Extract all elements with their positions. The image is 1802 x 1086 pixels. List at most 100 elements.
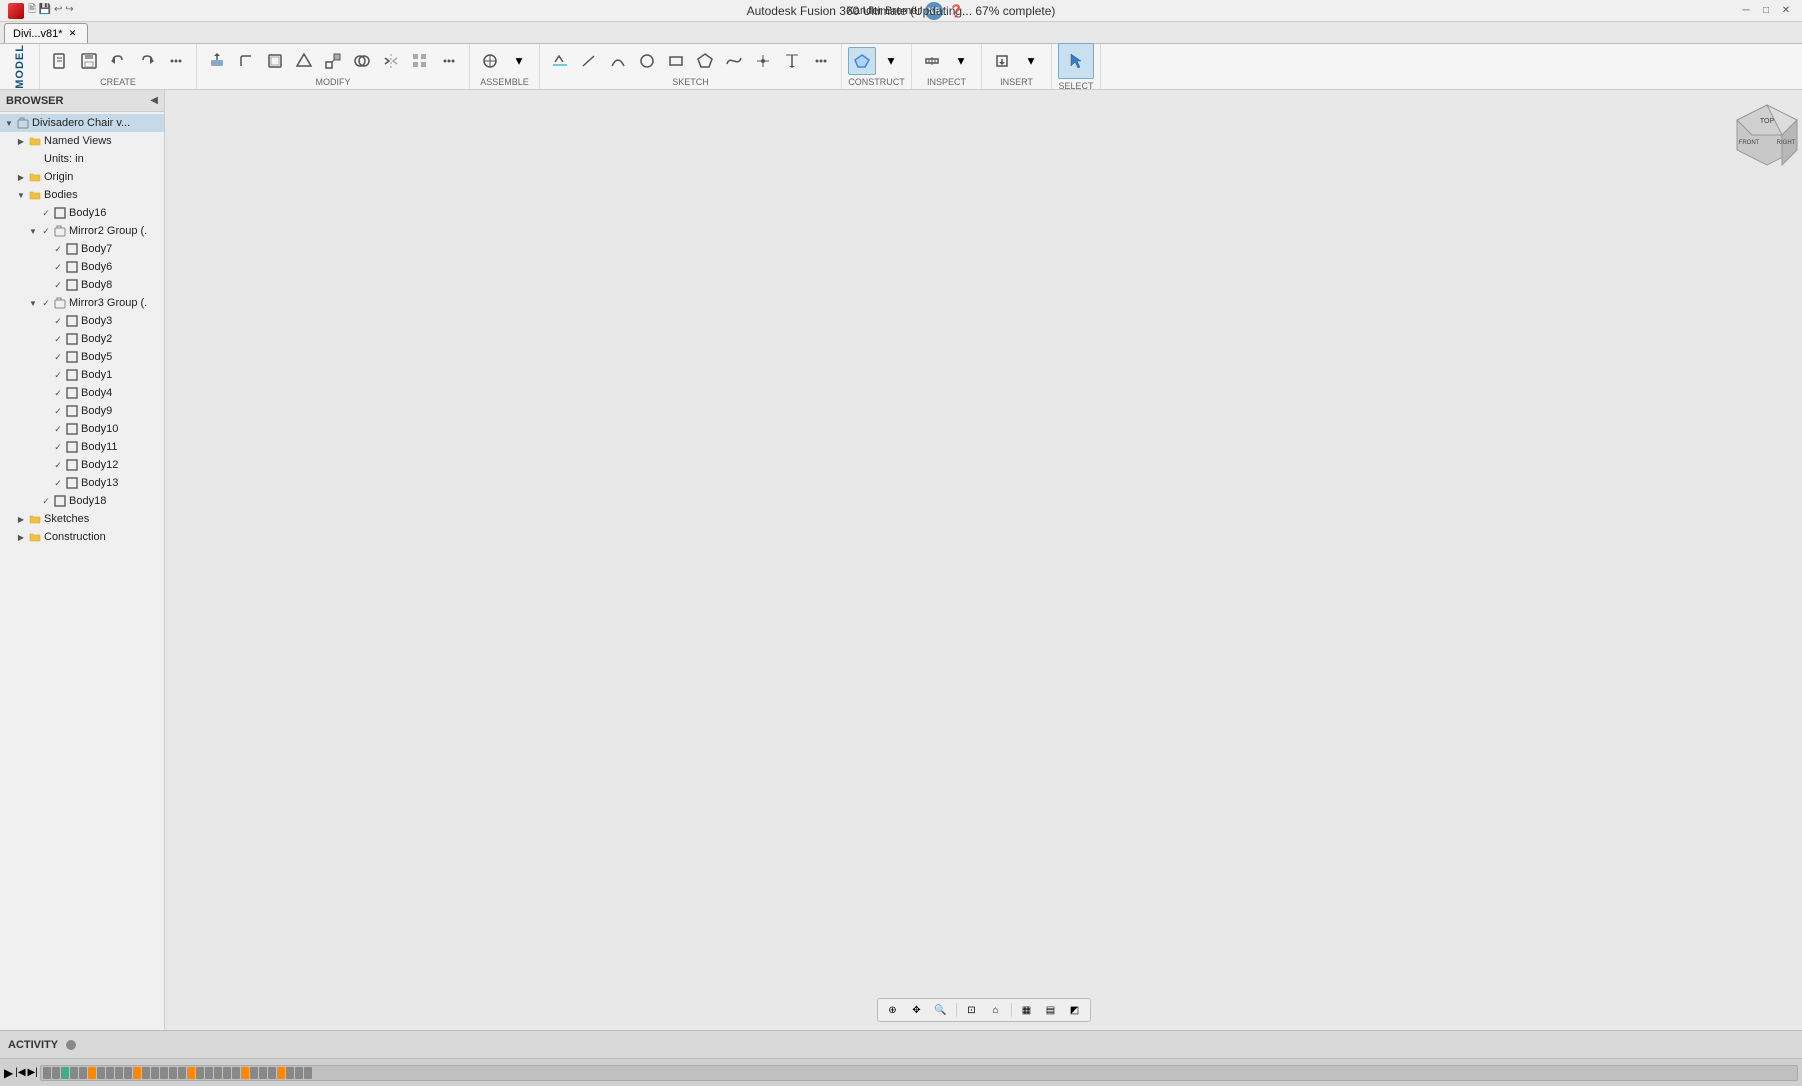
tree-item-body12[interactable]: ✓Body12 [0, 456, 164, 474]
tree-eye-mirror2[interactable]: ✓ [40, 225, 52, 237]
tree-arrow-body8[interactable] [38, 278, 52, 292]
tree-eye-body2[interactable]: ✓ [52, 333, 64, 345]
timeline-step[interactable] [187, 1067, 195, 1079]
timeline-step[interactable] [250, 1067, 258, 1079]
nav-display-button[interactable]: ▦ [1016, 1001, 1038, 1019]
joint-button[interactable] [476, 47, 504, 75]
timeline-track[interactable] [40, 1065, 1798, 1081]
spline-button[interactable] [720, 47, 748, 75]
tree-item-body2[interactable]: ✓Body2 [0, 330, 164, 348]
tree-arrow-mirror3[interactable] [26, 296, 40, 310]
tree-eye-body16[interactable]: ✓ [40, 207, 52, 219]
tree-arrow-sketches[interactable] [14, 512, 28, 526]
polygon-button[interactable] [691, 47, 719, 75]
tree-eye-body3[interactable]: ✓ [52, 315, 64, 327]
timeline-step[interactable] [277, 1067, 285, 1079]
timeline-step[interactable] [268, 1067, 276, 1079]
insert-button[interactable] [988, 47, 1016, 75]
rectangle-button[interactable] [662, 47, 690, 75]
help-button[interactable]: ❓ [947, 2, 965, 20]
timeline-step[interactable] [214, 1067, 222, 1079]
timeline-step[interactable] [286, 1067, 294, 1079]
construct-plane-button[interactable] [848, 47, 876, 75]
timeline-step[interactable] [133, 1067, 141, 1079]
tree-item-bodies[interactable]: Bodies [0, 186, 164, 204]
timeline-step[interactable] [151, 1067, 159, 1079]
redo-button[interactable] [133, 47, 161, 75]
tree-item-body6[interactable]: ✓Body6 [0, 258, 164, 276]
tree-arrow-body13[interactable] [38, 476, 52, 490]
tree-arrow-body12[interactable] [38, 458, 52, 472]
timeline-step[interactable] [160, 1067, 168, 1079]
new-button[interactable] [46, 47, 74, 75]
tree-item-body8[interactable]: ✓Body8 [0, 276, 164, 294]
timeline-step[interactable] [79, 1067, 87, 1079]
timeline-play-button[interactable]: ▶ [4, 1066, 13, 1080]
tree-arrow-body2[interactable] [38, 332, 52, 346]
viewcube[interactable]: TOP RIGHT FRONT [1732, 100, 1792, 160]
fillet-button[interactable] [232, 47, 260, 75]
tree-eye-body4[interactable]: ✓ [52, 387, 64, 399]
tree-arrow-body6[interactable] [38, 260, 52, 274]
nav-fit-button[interactable]: ⊡ [961, 1001, 983, 1019]
press-pull-button[interactable] [203, 47, 231, 75]
tree-arrow-construction[interactable] [14, 530, 28, 544]
timeline-step[interactable] [61, 1067, 69, 1079]
tree-item-construction[interactable]: Construction [0, 528, 164, 546]
nav-orbit-button[interactable]: ⊕ [882, 1001, 904, 1019]
tree-arrow-body1[interactable] [38, 368, 52, 382]
tree-item-body1[interactable]: ✓Body1 [0, 366, 164, 384]
timeline-step[interactable] [142, 1067, 150, 1079]
project-button[interactable] [778, 47, 806, 75]
timeline-forward-button[interactable]: ▶| [28, 1067, 38, 1078]
tree-item-body9[interactable]: ✓Body9 [0, 402, 164, 420]
tree-item-body11[interactable]: ✓Body11 [0, 438, 164, 456]
minimize-button[interactable]: ─ [1738, 3, 1754, 19]
combine-button[interactable] [348, 47, 376, 75]
tree-eye-body12[interactable]: ✓ [52, 459, 64, 471]
tree-item-units[interactable]: Units: in [0, 150, 164, 168]
timeline-step[interactable] [43, 1067, 51, 1079]
timeline-step[interactable] [178, 1067, 186, 1079]
timeline-step[interactable] [295, 1067, 303, 1079]
tree-item-body16[interactable]: ✓Body16 [0, 204, 164, 222]
more-insert-button[interactable]: ▾ [1017, 47, 1045, 75]
maximize-button[interactable]: □ [1758, 3, 1774, 19]
scale-button[interactable] [319, 47, 347, 75]
circle-button[interactable] [633, 47, 661, 75]
more-create-button[interactable] [162, 47, 190, 75]
tree-eye-body10[interactable]: ✓ [52, 423, 64, 435]
tree-arrow-body10[interactable] [38, 422, 52, 436]
tree-item-body3[interactable]: ✓Body3 [0, 312, 164, 330]
nav-view-button[interactable]: ◩ [1064, 1001, 1086, 1019]
timeline-step[interactable] [241, 1067, 249, 1079]
tree-item-body18[interactable]: ✓Body18 [0, 492, 164, 510]
tree-eye-body6[interactable]: ✓ [52, 261, 64, 273]
more-modify-button[interactable] [435, 47, 463, 75]
tree-eye-body8[interactable]: ✓ [52, 279, 64, 291]
timeline-step[interactable] [232, 1067, 240, 1079]
timeline-step[interactable] [259, 1067, 267, 1079]
tree-item-body10[interactable]: ✓Body10 [0, 420, 164, 438]
timeline-step[interactable] [124, 1067, 132, 1079]
undo-button[interactable] [104, 47, 132, 75]
timeline-step[interactable] [106, 1067, 114, 1079]
tree-arrow-body4[interactable] [38, 386, 52, 400]
viewport[interactable]: TOP RIGHT FRONT ⊕ ✥ 🔍 ⊡ ⌂ ▦ ▤ ◩ [165, 90, 1802, 1030]
tree-item-body4[interactable]: ✓Body4 [0, 384, 164, 402]
tree-eye-body5[interactable]: ✓ [52, 351, 64, 363]
tree-arrow-named-views[interactable] [14, 134, 28, 148]
more-inspect-button[interactable]: ▾ [947, 47, 975, 75]
measure-button[interactable] [918, 47, 946, 75]
pattern-button[interactable] [406, 47, 434, 75]
tree-item-body7[interactable]: ✓Body7 [0, 240, 164, 258]
browser-collapse-button[interactable]: ◀ [150, 95, 158, 106]
more-sketch-button[interactable] [807, 47, 835, 75]
timeline-step[interactable] [169, 1067, 177, 1079]
nav-zoom-button[interactable]: 🔍 [930, 1001, 952, 1019]
timeline-step[interactable] [196, 1067, 204, 1079]
tree-eye-body1[interactable]: ✓ [52, 369, 64, 381]
timeline-step[interactable] [52, 1067, 60, 1079]
select-button[interactable] [1058, 43, 1094, 79]
tree-eye-body11[interactable]: ✓ [52, 441, 64, 453]
